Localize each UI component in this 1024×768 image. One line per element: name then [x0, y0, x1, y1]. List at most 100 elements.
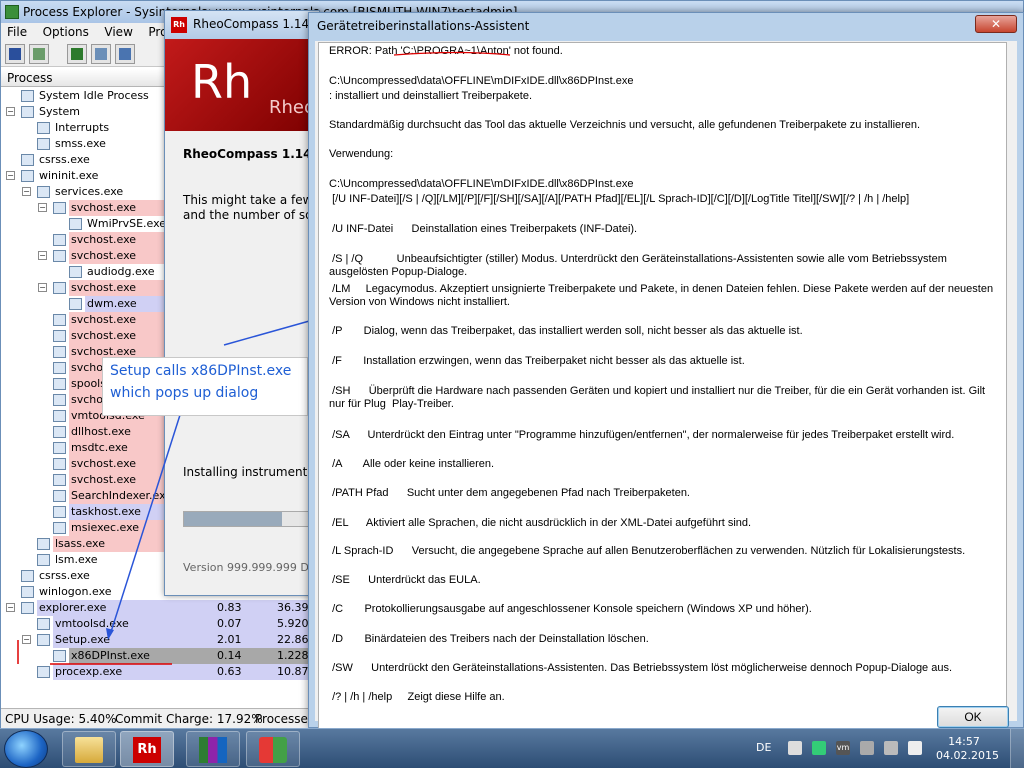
windows-logo-icon: [259, 737, 287, 763]
help-text-line: /F Installation erzwingen, wenn das Trei…: [329, 355, 745, 367]
close-button[interactable]: ✕: [975, 15, 1017, 33]
vm-tools-icon[interactable]: [812, 741, 826, 755]
process-icon: [53, 394, 66, 406]
process-name: procexp.exe: [53, 664, 201, 680]
process-icon: [53, 250, 66, 262]
setup-description: This might take a few m and the number o…: [183, 193, 319, 223]
process-row[interactable]: − Setup.exe: [1, 632, 201, 648]
process-row[interactable]: vmtoolsd.exe: [1, 616, 201, 632]
process-name: smss.exe: [55, 137, 106, 150]
chart-icon: [71, 48, 83, 60]
taskbar-explorer[interactable]: [62, 731, 116, 767]
process-icon: [53, 410, 66, 422]
show-desktop-button[interactable]: [1010, 729, 1024, 768]
process-metrics-row[interactable]: 2.01 22.868: [201, 632, 316, 648]
menu-view[interactable]: View: [98, 23, 138, 41]
setup-status: Installing instrument dr: [183, 465, 320, 479]
help-text-line: /LM Legacymodus. Akzeptiert unsignierte …: [329, 283, 997, 308]
action-center-flag-icon[interactable]: [908, 741, 922, 755]
process-metrics-row[interactable]: 0.14 1.228: [201, 648, 311, 664]
process-icon: [37, 138, 50, 150]
taskbar-rheocompass[interactable]: Rh: [120, 731, 174, 767]
process-icon: [37, 666, 50, 678]
taskbar-installer[interactable]: [186, 731, 240, 767]
help-text-line: /PATH Pfad Sucht unter dem angegebenen P…: [329, 487, 690, 499]
process-row[interactable]: x86DPInst.exe: [1, 648, 201, 664]
refresh-button[interactable]: [29, 44, 49, 64]
show-tree-button[interactable]: [91, 44, 111, 64]
process-name: WmiPrvSE.exe: [87, 217, 167, 230]
process-name: System: [39, 105, 81, 118]
rheocompass-titlebar[interactable]: Rh RheoCompass 1.14 - In: [165, 11, 319, 39]
process-icon: [53, 202, 66, 214]
volume-icon[interactable]: [860, 741, 874, 755]
process-metrics-row[interactable]: 0.83 36.396: [201, 600, 316, 616]
save-button[interactable]: [5, 44, 25, 64]
help-text-line: /S | /Q Unbeaufsichtigter (stiller) Modu…: [329, 253, 950, 278]
process-name: Interrupts: [55, 121, 110, 134]
process-icon: [37, 186, 50, 198]
process-icon: [53, 650, 66, 662]
taskbar: Rh DE vm 14:57 04.02.2015: [0, 728, 1024, 768]
start-button[interactable]: [4, 730, 48, 768]
process-row[interactable]: − explorer.exe: [1, 600, 201, 616]
collapse-toggle-icon[interactable]: −: [6, 107, 15, 116]
column-header-label: Process: [7, 71, 53, 85]
process-metrics-row[interactable]: 0.63 10.876: [201, 664, 316, 680]
menu-options[interactable]: Options: [37, 23, 95, 41]
process-icon: [21, 90, 34, 102]
window-icon: [119, 48, 131, 60]
process-icon: [69, 218, 82, 230]
collapse-toggle-icon[interactable]: −: [6, 171, 15, 180]
error-message: ERROR: Path 'C:\PROGRA~1\Anton' not foun…: [329, 45, 563, 57]
clock-time: 14:57: [948, 735, 980, 748]
process-name: csrss.exe: [39, 153, 90, 166]
collapse-toggle-icon[interactable]: −: [38, 251, 47, 260]
cpu-value: 0.83: [217, 601, 242, 614]
help-text-line: Verwendung:: [329, 148, 394, 160]
collapse-toggle-icon[interactable]: −: [22, 635, 31, 644]
setup-version: Version 999.999.999 DEB: [183, 561, 320, 574]
process-icon: [53, 522, 66, 534]
process-icon: [69, 266, 82, 278]
help-text-line: /SA Unterdrückt den Eintrag unter "Progr…: [329, 429, 955, 441]
help-text-line: : installiert und deinstalliert Treiberp…: [329, 90, 532, 102]
annotation-line-1: Setup calls x86DPInst.exe: [110, 363, 292, 379]
clock[interactable]: 14:57 04.02.2015: [936, 735, 999, 763]
collapse-toggle-icon[interactable]: −: [6, 603, 15, 612]
process-name: explorer.exe: [37, 600, 201, 616]
help-text-line: C:\Uncompressed\data\OFFLINE\mDIFxIDE.dl…: [329, 178, 634, 190]
dialog-title: Gerätetreiberinstallations-Assistent: [317, 19, 530, 33]
process-icon: [53, 474, 66, 486]
process-icon: [53, 426, 66, 438]
rheocompass-setup-window: Rh RheoCompass 1.14 - In Rh Rheo RheoCom…: [164, 10, 320, 596]
process-metrics-row[interactable]: 0.07 5.920: [201, 616, 311, 632]
annotation-line-2: which pops up dialog: [110, 385, 259, 401]
network-icon[interactable]: [884, 741, 898, 755]
collapse-toggle-icon[interactable]: −: [22, 187, 31, 196]
cpu-usage: CPU Usage: 5.40%: [5, 712, 117, 726]
help-text-line: /P Dialog, wenn das Treiberpaket, das in…: [329, 325, 803, 337]
progress-fill: [184, 512, 283, 526]
vmware-badge-icon[interactable]: vm: [836, 741, 850, 755]
status-bar: CPU Usage: 5.40% Commit Charge: 17.92% P…: [1, 708, 318, 728]
help-text-line: /EL Aktiviert alle Sprachen, die nicht a…: [329, 517, 752, 529]
process-name: winlogon.exe: [39, 585, 112, 598]
system-info-button[interactable]: [67, 44, 87, 64]
language-indicator[interactable]: DE: [756, 741, 771, 754]
process-icon: [53, 362, 66, 374]
ok-button[interactable]: OK: [937, 706, 1009, 728]
process-icon: [21, 570, 34, 582]
collapse-toggle-icon[interactable]: −: [38, 203, 47, 212]
show-hidden-icons-icon[interactable]: [788, 741, 802, 755]
dialog-titlebar[interactable]: Gerätetreiberinstallations-Assistent ✕: [309, 13, 1023, 39]
taskbar-process-explorer[interactable]: [246, 731, 300, 767]
help-text-line: Standardmäßig durchsucht das Tool das ak…: [329, 119, 921, 131]
menu-file[interactable]: File: [1, 23, 33, 41]
process-row[interactable]: procexp.exe: [1, 664, 201, 680]
rheocompass-title: RheoCompass 1.14 - In: [193, 17, 320, 31]
collapse-toggle-icon[interactable]: −: [38, 283, 47, 292]
process-name: vmtoolsd.exe: [53, 616, 201, 632]
show-lower-pane-button[interactable]: [115, 44, 135, 64]
help-text-line: C:\Uncompressed\data\OFFLINE\mDIFxIDE.dl…: [329, 75, 634, 87]
